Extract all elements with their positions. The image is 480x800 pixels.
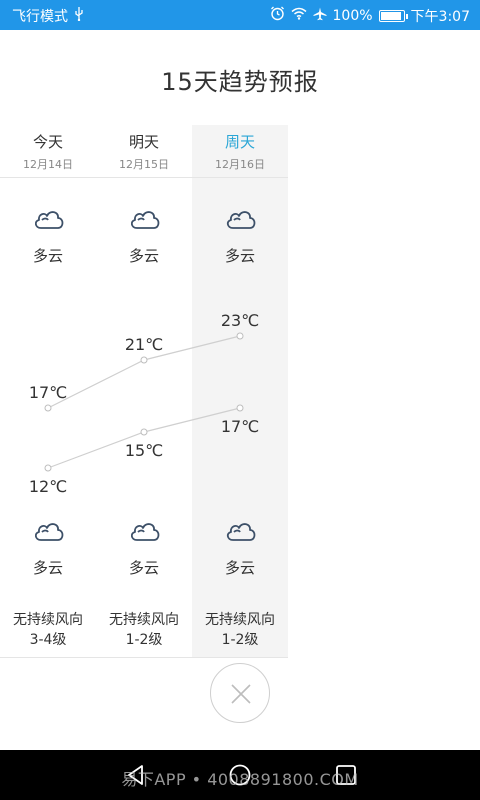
wind-direction: 无持续风向	[13, 612, 83, 628]
wind-direction: 无持续风向	[109, 612, 179, 628]
wind-direction: 无持续风向	[205, 612, 275, 628]
status-time: 下午3:07	[410, 9, 470, 25]
night-weather: 多云	[224, 559, 255, 577]
cloud-icon	[130, 211, 160, 229]
day-date: 12月14日	[23, 158, 73, 171]
cloud-icon	[34, 523, 64, 541]
watermark: 易下APP • 4008891800.COM	[121, 770, 359, 789]
cloud-icon	[130, 523, 160, 541]
battery-icon	[378, 10, 408, 22]
page-title: 15天趋势预报	[161, 68, 319, 96]
day-column[interactable]: 明天 12月15日 多云 多云 无持续风向 1-2级	[96, 125, 192, 658]
status-bar: 飞行模式 100% 下午3:07	[0, 0, 480, 30]
day-weather: 多云	[128, 247, 159, 265]
bottom-divider	[0, 657, 288, 658]
day-column-selected[interactable]: 周天 12月16日 多云 多云 无持续风向 1-2级	[192, 125, 288, 658]
airplane-icon	[313, 7, 327, 26]
day-name: 周天	[224, 133, 255, 151]
wind-level: 3-4级	[29, 632, 67, 648]
usb-icon	[74, 6, 84, 26]
day-weather: 多云	[32, 247, 63, 265]
day-name: 明天	[128, 133, 159, 151]
close-button[interactable]	[210, 663, 270, 723]
night-weather: 多云	[128, 559, 159, 577]
airplane-mode-label: 飞行模式	[12, 9, 68, 25]
close-icon	[231, 684, 251, 704]
alarm-icon	[270, 6, 285, 26]
cloud-icon	[226, 211, 256, 229]
cloud-icon	[226, 523, 256, 541]
cloud-icon	[34, 211, 64, 229]
day-date: 12月16日	[215, 158, 265, 171]
wifi-icon	[291, 7, 307, 25]
battery-percent: 100%	[332, 8, 373, 24]
day-column[interactable]: 今天 12月14日 多云 多云 无持续风向 3-4级	[0, 125, 96, 658]
day-name: 今天	[32, 133, 63, 151]
wind-level: 1-2级	[221, 632, 259, 648]
forecast-table: 今天 12月14日 多云 多云 无持续风向 3-4级 明天 12月15日 多云 …	[0, 125, 288, 658]
day-weather: 多云	[224, 247, 255, 265]
header-divider	[0, 177, 288, 178]
night-weather: 多云	[32, 559, 63, 577]
day-date: 12月15日	[119, 158, 169, 171]
wind-level: 1-2级	[125, 632, 163, 648]
